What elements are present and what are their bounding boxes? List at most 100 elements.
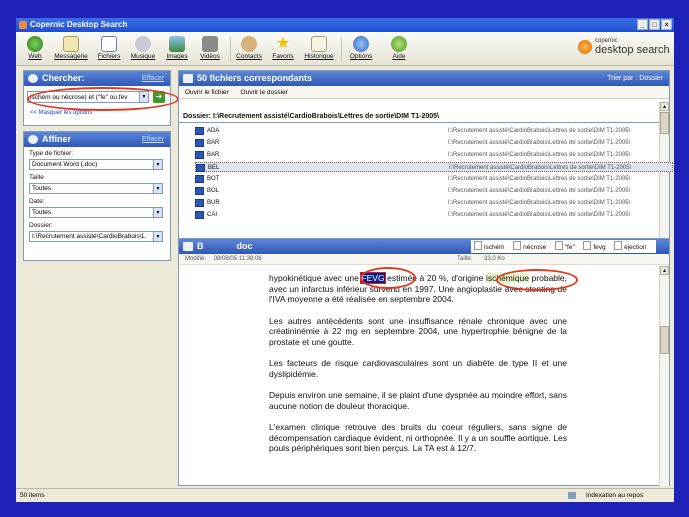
file-name: BOT [207, 176, 220, 182]
file-name: BAR [207, 140, 220, 146]
toolbar-label: Favoris [272, 53, 294, 60]
help-icon [391, 36, 407, 52]
word-doc-icon [195, 139, 204, 147]
app-window: Copernic Desktop Search _ □ × Web Messag… [16, 18, 674, 502]
chevron-down-icon[interactable]: ▼ [153, 232, 162, 241]
word-doc-icon [195, 175, 204, 183]
doc-icon [183, 242, 193, 251]
toolbar-web[interactable]: Web [18, 34, 52, 64]
status-indexing[interactable]: Indexation au repos [586, 489, 643, 502]
chevron-down-icon[interactable]: ▼ [153, 160, 162, 169]
file-path: I:\Recrutement assisté\CardioBrabois\Let… [448, 128, 631, 134]
preview-panel-header: B doc ischém nécrose "fe" fevg éjection [179, 239, 669, 254]
list-item-selected[interactable]: BEL I:\Recrutement assisté\CardioBrabois\… [195, 162, 673, 172]
list-item[interactable]: BAR I:\Recrutement assisté\CardioBrabois\… [195, 150, 673, 160]
keyword-tags: ischém nécrose "fe" fevg éjection [471, 240, 656, 253]
status-bar: 50 items Indexation au repos [16, 488, 674, 502]
folder-value: I:\Recrutement assisté\CardioBrabois\L [32, 233, 146, 240]
sort-dropdown[interactable]: Trier par : Dossier [607, 71, 663, 86]
web-globe-icon [27, 36, 43, 52]
group-divider [179, 122, 659, 123]
minimize-icon[interactable]: _ [637, 19, 648, 30]
refine-panel: Affiner Effacer Type de fichier: Documen… [23, 131, 171, 261]
word-doc-icon [196, 164, 205, 172]
toolbar-historique[interactable]: Historique [302, 34, 336, 64]
list-item[interactable]: BOL I:\Recrutement assisté\CardioBrabois\… [195, 186, 673, 196]
refine-icon [28, 135, 38, 144]
search-icon [28, 74, 38, 83]
window-title: Copernic Desktop Search [30, 20, 128, 29]
preview-paragraph: L'examen clinique retrouve des bruits du… [269, 422, 567, 453]
word-doc-icon [195, 187, 204, 195]
refine-clear-link[interactable]: Effacer [142, 132, 164, 147]
toolbar-images[interactable]: Images [160, 34, 194, 64]
tag-ischem[interactable]: ischém [474, 244, 505, 251]
toolbar-videos[interactable]: Vidéos [193, 34, 227, 64]
file-name: BEL [208, 165, 220, 171]
toolbar-aide[interactable]: Aide [382, 34, 416, 64]
hide-options-link[interactable]: << Masquer les options [30, 110, 92, 116]
chevron-down-icon[interactable]: ▼ [153, 208, 162, 217]
size-meta-label: Taille: [457, 256, 473, 262]
annotation-ellipse-fevg [360, 267, 416, 289]
preview-paragraph: Les autres antécédents sont une insuffis… [269, 315, 567, 347]
preview-meta: Modifié: 08/08/05 11:39:08 Taille: 33.0 … [179, 254, 669, 265]
images-icon [169, 36, 185, 52]
scroll-up-icon[interactable]: ▲ [660, 266, 669, 275]
logo-big-text: desktop search [595, 44, 670, 56]
file-name: BUR [207, 200, 220, 206]
annotation-ellipse-ischemique [496, 269, 578, 291]
preview-paragraph: Les facteurs de risque cardiovasculaires… [269, 358, 567, 379]
list-item[interactable]: BUR I:\Recrutement assisté\CardioBrabois\… [195, 198, 673, 208]
scroll-up-icon[interactable]: ▲ [660, 102, 669, 111]
toolbar-musique[interactable]: Musique [126, 34, 160, 64]
music-icon [135, 36, 151, 52]
results-panel-header: 50 fichiers correspondants Trier par : D… [179, 71, 669, 86]
toolbar-label: Options [349, 53, 373, 60]
modified-value: 08/08/05 11:39:08 [213, 256, 262, 262]
toolbar-label: Messagerie [54, 53, 88, 60]
list-item[interactable]: BOT I:\Recrutement assisté\CardioBrabois\… [195, 174, 673, 184]
toolbar-label: Aide [392, 53, 406, 60]
folder-select[interactable]: I:\Recrutement assisté\CardioBrabois\L ▼ [29, 231, 163, 242]
word-doc-icon [195, 127, 204, 135]
preview-title-prefix: B [197, 241, 204, 251]
list-item[interactable]: ADA I:\Recrutement assisté\CardioBrabois\… [195, 126, 673, 136]
tag-fevg[interactable]: fevg [583, 244, 605, 251]
maximize-icon[interactable]: □ [649, 19, 660, 30]
open-folder-button[interactable]: Ouvrir le dossier [241, 89, 288, 96]
size-meta-value: 33.0 Ko [484, 256, 505, 262]
toolbar-options[interactable]: Options [344, 34, 378, 64]
toolbar-contacts[interactable]: Contacts [232, 34, 266, 64]
scroll-thumb[interactable] [660, 326, 669, 354]
tag-ejection[interactable]: éjection [614, 244, 646, 251]
size-select[interactable]: Toutes ▼ [29, 183, 163, 194]
word-doc-icon [195, 199, 204, 207]
toolbar-favoris[interactable]: ★ Favoris [266, 34, 300, 64]
file-name: BOL [207, 188, 220, 194]
results-actions: Ouvrir le fichier Ouvrir le dossier [179, 86, 669, 99]
open-file-button[interactable]: Ouvrir le fichier [185, 89, 229, 96]
indexing-icon [568, 492, 576, 499]
close-icon[interactable]: × [661, 19, 672, 30]
title-bar: Copernic Desktop Search _ □ × [16, 18, 674, 32]
word-doc-icon [195, 211, 204, 219]
toolbar-label: Fichiers [97, 53, 121, 60]
chevron-down-icon[interactable]: ▼ [153, 184, 162, 193]
toolbar-label: Historique [304, 53, 334, 60]
filetype-select[interactable]: Document Word (.doc) ▼ [29, 159, 163, 170]
tag-fe[interactable]: "fe" [555, 244, 575, 251]
preview-title-suffix: doc [236, 241, 253, 251]
list-item[interactable]: BAR I:\Recrutement assisté\CardioBrabois\… [195, 138, 673, 148]
tag-necrose[interactable]: nécrose [513, 244, 546, 251]
toolbar-messagerie[interactable]: Messagerie [54, 34, 88, 64]
search-clear-link[interactable]: Effacer [142, 71, 164, 86]
toolbar-label: Web [28, 53, 42, 60]
app-icon [19, 21, 27, 29]
list-item[interactable]: CAI I:\Recrutement assisté\CardioBrabois\… [195, 210, 673, 220]
preview-scrollbar[interactable]: ▲ [659, 266, 669, 486]
file-path: I:\Recrutement assisté\CardioBrabois\Let… [448, 140, 631, 146]
word-doc-icon [195, 151, 204, 159]
toolbar-fichiers[interactable]: Fichiers [92, 34, 126, 64]
date-select[interactable]: Toutes ▼ [29, 207, 163, 218]
